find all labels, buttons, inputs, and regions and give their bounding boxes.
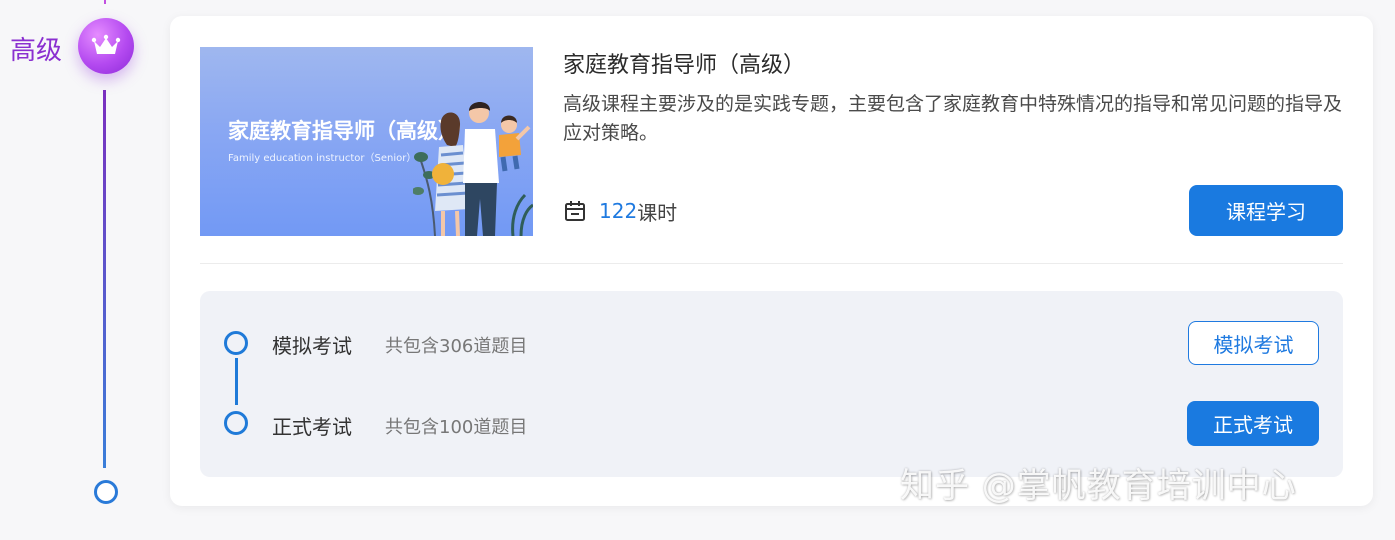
formal-exam-info: 共包含100道题目 <box>385 417 528 438</box>
page: 高级 家庭教育指导师（高级） Family education instruct… <box>0 0 1395 540</box>
timeline-end-dot <box>94 480 118 504</box>
course-description: 高级课程主要涉及的是实践专题，主要包含了家庭教育中特殊情况的指导和常见问题的指导… <box>563 93 1343 144</box>
banner-subtitle: Family education instructor（Senior） <box>228 153 417 164</box>
course-hours: 122 课时 <box>563 198 678 225</box>
mock-exam-info: 共包含306道题目 <box>385 336 528 357</box>
timeline-top-segment <box>104 0 106 4</box>
crown-icon <box>78 18 134 74</box>
course-title: 家庭教育指导师（高级） <box>563 53 806 78</box>
course-card: 家庭教育指导师（高级） Family education instructor（… <box>170 16 1373 506</box>
mock-exam-button[interactable]: 模拟考试 <box>1188 321 1319 365</box>
mock-exam-name: 模拟考试 <box>272 334 352 358</box>
calendar-icon <box>565 201 585 221</box>
exam-panel: 模拟考试 共包含306道题目 模拟考试 正式考试 共包含100道题目 正式考试 <box>200 291 1343 477</box>
hours-value: 122 <box>599 199 638 223</box>
formal-exam-name: 正式考试 <box>272 415 352 439</box>
exam-connector-line <box>235 358 238 405</box>
hours-unit: 课时 <box>637 200 678 225</box>
card-divider <box>200 263 1343 264</box>
timeline-line <box>103 90 106 468</box>
level-label: 高级 <box>10 36 63 66</box>
mock-exam-dot <box>224 331 248 355</box>
watermark: 知乎 @掌帆教育培训中心 <box>900 466 1297 506</box>
formal-exam-button[interactable]: 正式考试 <box>1187 401 1319 446</box>
level-timeline: 高级 <box>0 0 160 540</box>
family-illustration <box>413 102 533 236</box>
formal-exam-dot <box>224 411 248 435</box>
course-banner[interactable]: 家庭教育指导师（高级） Family education instructor（… <box>200 47 533 236</box>
course-study-button[interactable]: 课程学习 <box>1189 185 1343 236</box>
